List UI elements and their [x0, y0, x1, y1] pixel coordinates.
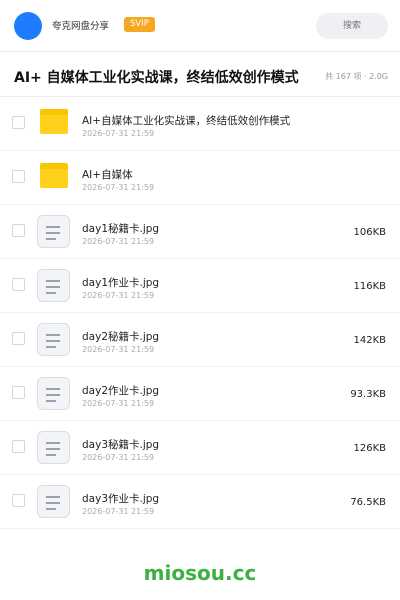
list-item[interactable]: AI+自媒体 2026-07-31 21:59 — [0, 151, 400, 205]
list-item[interactable]: day2作业卡.jpg 2026-07-31 21:59 93.3KB — [0, 367, 400, 421]
list-item[interactable]: day3作业卡.jpg 2026-07-31 21:59 76.5KB — [0, 475, 400, 529]
footer: miosou.cc — [0, 547, 400, 600]
avatar[interactable] — [14, 12, 42, 40]
item-date: 2026-07-31 21:59 — [82, 453, 155, 462]
row-checkbox[interactable] — [12, 494, 25, 507]
item-size: 106KB — [353, 227, 386, 238]
image-file-icon — [37, 323, 70, 356]
item-size: 116KB — [353, 281, 386, 292]
search-input[interactable] — [316, 13, 388, 39]
row-checkbox[interactable] — [12, 278, 25, 291]
folder-title-bar: AI+ 自媒体工业化实战课，终结低效创作模式 共 167 项 · 2.0G — [0, 52, 400, 97]
item-date: 2026-07-31 21:59 — [82, 183, 155, 192]
list-item[interactable]: day2秘籍卡.jpg 2026-07-31 21:59 142KB — [0, 313, 400, 367]
row-checkbox[interactable] — [12, 170, 25, 183]
item-date: 2026-07-31 21:59 — [82, 237, 155, 246]
item-size: 126KB — [353, 443, 386, 454]
page-title: AI+ 自媒体工业化实战课，终结低效创作模式 — [14, 70, 299, 86]
list-item[interactable]: day1作业卡.jpg 2026-07-31 21:59 116KB — [0, 259, 400, 313]
item-name: day3秘籍卡.jpg — [82, 439, 160, 451]
app-name: 夸克网盘分享 — [52, 21, 110, 32]
item-date: 2026-07-31 21:59 — [82, 291, 155, 300]
list-item[interactable]: AI+自媒体工业化实战课，终结低效创作模式 2026-07-31 21:59 — [0, 97, 400, 151]
image-file-icon — [37, 485, 70, 518]
folder-icon — [40, 109, 68, 134]
top-bar: 夸克网盘分享 SVIP — [0, 0, 400, 52]
item-date: 2026-07-31 21:59 — [82, 345, 155, 354]
item-name: day1作业卡.jpg — [82, 277, 160, 289]
item-size: 93.3KB — [350, 389, 386, 400]
row-checkbox[interactable] — [12, 386, 25, 399]
item-name: day2秘籍卡.jpg — [82, 331, 160, 343]
item-date: 2026-07-31 21:59 — [82, 399, 155, 408]
row-checkbox[interactable] — [12, 332, 25, 345]
row-checkbox[interactable] — [12, 224, 25, 237]
list-item[interactable]: day3秘籍卡.jpg 2026-07-31 21:59 126KB — [0, 421, 400, 475]
item-name: day3作业卡.jpg — [82, 493, 160, 505]
item-name: day1秘籍卡.jpg — [82, 223, 160, 235]
item-size: 142KB — [353, 335, 386, 346]
image-file-icon — [37, 377, 70, 410]
item-name: day2作业卡.jpg — [82, 385, 160, 397]
image-file-icon — [37, 215, 70, 248]
image-file-icon — [37, 431, 70, 464]
file-list: AI+自媒体工业化实战课，终结低效创作模式 2026-07-31 21:59 A… — [0, 97, 400, 547]
item-name: AI+自媒体 — [82, 169, 133, 181]
list-item[interactable]: day1秘籍卡.jpg 2026-07-31 21:59 106KB — [0, 205, 400, 259]
item-date: 2026-07-31 21:59 — [82, 507, 155, 516]
image-file-icon — [37, 269, 70, 302]
item-name: AI+自媒体工业化实战课，终结低效创作模式 — [82, 115, 291, 127]
folder-meta: 共 167 项 · 2.0G — [325, 72, 388, 81]
row-checkbox[interactable] — [12, 440, 25, 453]
svip-badge: SVIP — [124, 17, 155, 32]
watermark: miosou.cc — [143, 561, 257, 585]
item-date: 2026-07-31 21:59 — [82, 129, 155, 138]
item-size: 76.5KB — [350, 497, 386, 508]
row-checkbox[interactable] — [12, 116, 25, 129]
folder-icon — [40, 163, 68, 188]
